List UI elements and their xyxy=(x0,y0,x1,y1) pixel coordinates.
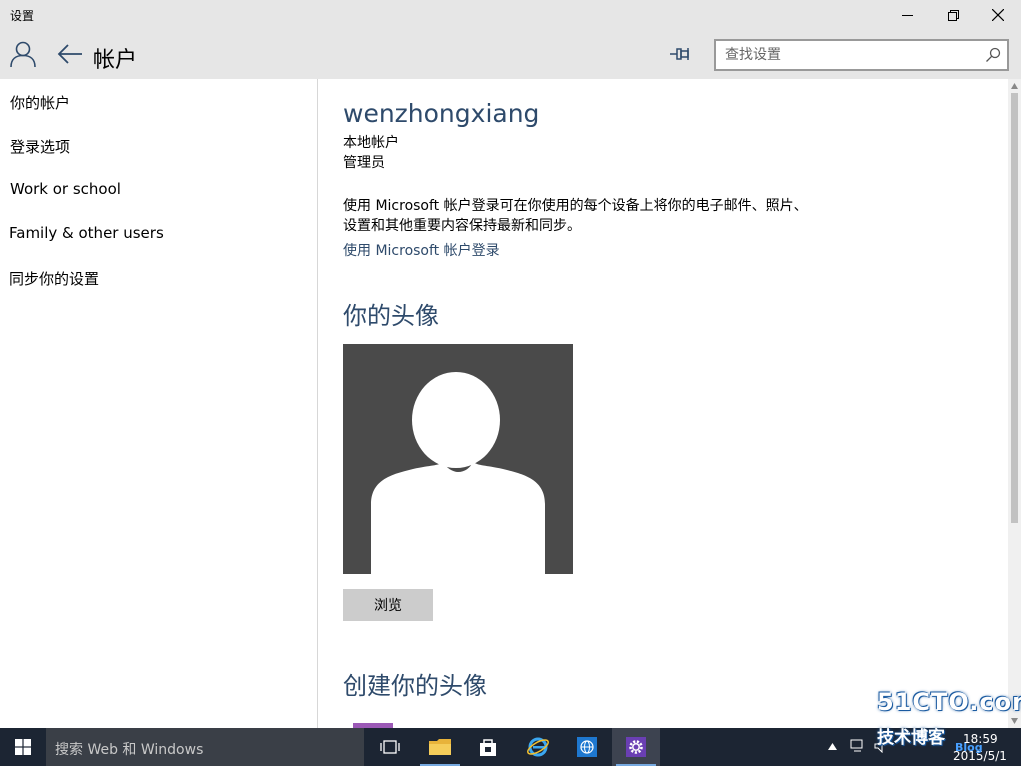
minimize-icon xyxy=(901,14,913,16)
taskbar-network-app[interactable] xyxy=(563,728,611,766)
microsoft-account-description: 使用 Microsoft 帐户登录可在你使用的每个设备上将你的电子邮件、照片、设… xyxy=(343,198,808,234)
search-icon[interactable] xyxy=(985,47,1001,63)
close-button[interactable] xyxy=(975,0,1021,30)
close-icon xyxy=(992,9,1004,21)
taskbar-settings[interactable] xyxy=(612,728,660,766)
scroll-down-icon[interactable] xyxy=(1010,717,1019,725)
sidebar-item-your-account[interactable]: 你的帐户 xyxy=(10,92,70,113)
title-bar: 设置 xyxy=(0,0,1021,30)
taskbar-store[interactable] xyxy=(464,728,512,766)
account-type: 本地帐户 xyxy=(343,135,399,151)
show-hidden-icons-icon[interactable] xyxy=(828,743,837,750)
page-title: 帐户 xyxy=(93,48,138,73)
vertical-scrollbar[interactable] xyxy=(1008,79,1021,728)
globe-icon xyxy=(577,737,597,757)
gear-icon xyxy=(626,737,646,757)
restore-button[interactable] xyxy=(930,0,976,30)
taskbar-file-explorer[interactable] xyxy=(416,728,464,766)
scrollbar-thumb[interactable] xyxy=(1011,93,1018,523)
avatar xyxy=(343,344,573,574)
sidebar-item-sign-in-options[interactable]: 登录选项 xyxy=(10,136,70,157)
sidebar-item-work-or-school[interactable]: Work or school xyxy=(10,180,121,198)
start-button[interactable] xyxy=(0,728,46,766)
avatar-heading: 你的头像 xyxy=(343,302,439,330)
search-box[interactable] xyxy=(714,39,1009,71)
site-watermark: 51CTO.com xyxy=(877,688,1021,716)
scroll-up-icon[interactable] xyxy=(1010,82,1019,90)
window-title: 设置 xyxy=(10,9,35,23)
taskbar-search-box[interactable]: 搜索 Web 和 Windows xyxy=(46,728,364,766)
microsoft-signin-link[interactable]: 使用 Microsoft 帐户登录 xyxy=(343,240,500,260)
sidebar-item-family-other-users[interactable]: Family & other users xyxy=(9,224,164,242)
sidebar-item-sync-settings[interactable]: 同步你的设置 xyxy=(9,268,99,289)
restore-icon xyxy=(947,9,959,21)
task-view-icon xyxy=(380,740,400,754)
store-bag-icon xyxy=(480,739,496,756)
browse-button[interactable]: 浏览 xyxy=(343,589,433,621)
pin-icon[interactable] xyxy=(668,44,692,64)
taskbar-internet-explorer[interactable] xyxy=(514,728,562,766)
network-icon[interactable] xyxy=(850,739,866,753)
taskbar-search-text: 搜索 Web 和 Windows xyxy=(55,742,204,758)
folder-icon xyxy=(429,739,451,755)
create-avatar-heading: 创建你的头像 xyxy=(343,672,487,700)
site-watermark-blog: Blog xyxy=(955,741,983,754)
account-role: 管理员 xyxy=(343,155,385,171)
user-name: wenzhongxiang xyxy=(343,99,540,128)
user-silhouette-icon xyxy=(371,372,545,574)
settings-window: 设置 帐户 查找设置 你的帐户 登录选项 Work or school Fami… xyxy=(0,0,1021,728)
search-input[interactable] xyxy=(725,45,975,65)
internet-explorer-icon xyxy=(527,737,549,757)
sidebar: 你的帐户 登录选项 Work or school Family & other … xyxy=(0,79,318,728)
settings-header: 帐户 xyxy=(0,30,1021,79)
task-view-button[interactable] xyxy=(366,728,414,766)
taskbar: 搜索 Web 和 Windows 18:59 2015/5/1 xyxy=(0,728,1021,766)
site-watermark-subtitle: 技术博客 xyxy=(877,728,945,748)
windows-logo-icon xyxy=(15,739,31,755)
main-content: wenzhongxiang 本地帐户 管理员 使用 Microsoft 帐户登录… xyxy=(319,79,1008,728)
person-icon xyxy=(10,41,36,68)
back-arrow-icon[interactable] xyxy=(56,42,84,66)
minimize-button[interactable] xyxy=(884,0,930,30)
